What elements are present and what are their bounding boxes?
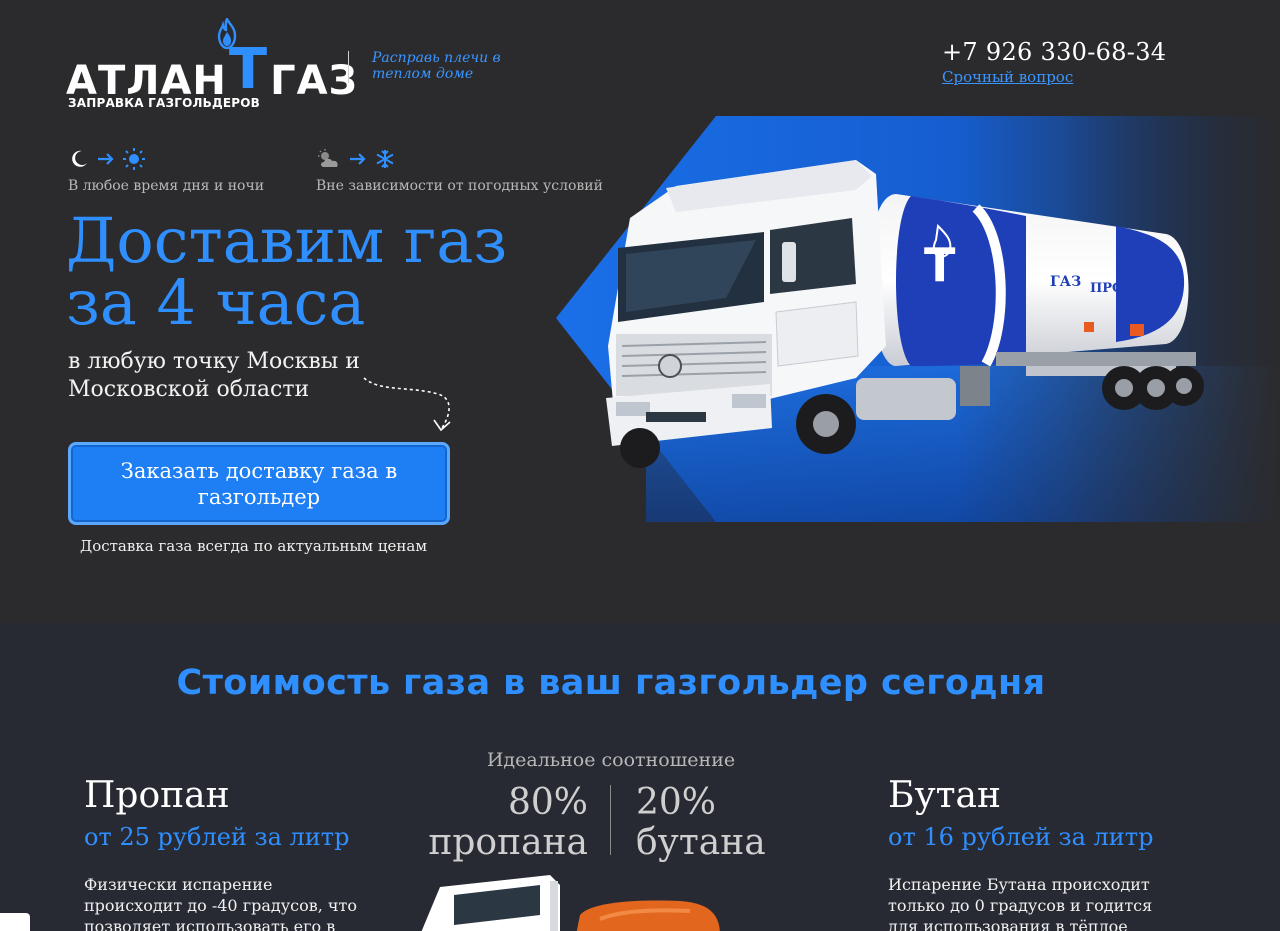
ratio-label: Идеальное соотношение bbox=[486, 749, 736, 771]
arrow-right-icon bbox=[98, 153, 114, 165]
snowflake-icon bbox=[376, 150, 394, 168]
arrow-right-icon bbox=[350, 153, 366, 165]
moon-icon bbox=[72, 150, 87, 167]
butane-title: Бутан bbox=[888, 775, 1002, 816]
price-section-title: Стоимость газа в ваш газгольдер сегодня bbox=[176, 663, 1046, 703]
mini-truck-image bbox=[421, 875, 720, 931]
hero-section: АТЛАНТГАЗ ЗАПРАВКА ГАЗГОЛЬДЕРОВ Расправь… bbox=[0, 0, 1280, 623]
propane-title: Пропан bbox=[84, 775, 230, 816]
butane-description: Испарение Бутана происходит только до 0 … bbox=[888, 875, 1153, 931]
price-section: Стоимость газа в ваш газгольдер сегодня … bbox=[0, 623, 1280, 931]
logo-subtitle: ЗАПРАВКА ГАЗГОЛЬДЕРОВ bbox=[68, 96, 261, 110]
feature-text: В любое время дня и ночи bbox=[68, 178, 265, 194]
urgent-question-link[interactable]: Срочный вопрос bbox=[942, 68, 1073, 86]
price-note: Доставка газа всегда по актуальным ценам bbox=[80, 537, 427, 555]
phone-number[interactable]: +7 926 330-68-34 bbox=[942, 38, 1166, 66]
gas-truck-image: Т ГАЗ ПРОПАН bbox=[556, 116, 1280, 522]
logo[interactable]: АТЛАНТГАЗ ЗАПРАВКА ГАЗГОЛЬДЕРОВ bbox=[66, 18, 357, 116]
feature-any-time: В любое время дня и ночи bbox=[68, 148, 264, 194]
butane-price: от 16 рублей за литр bbox=[888, 823, 1154, 851]
hero-subheadline: в любую точку Москвы и Московской област… bbox=[68, 349, 360, 402]
tagline: Расправь плечи в теплом доме bbox=[372, 50, 501, 82]
dashed-arrow-icon bbox=[363, 377, 451, 432]
hero-headline: Доставим газ за 4 часа bbox=[66, 204, 508, 339]
header-divider bbox=[348, 51, 349, 83]
cloud-sun-icon bbox=[318, 149, 338, 167]
propane-price: от 25 рублей за литр bbox=[84, 823, 350, 851]
corner-widget[interactable] bbox=[0, 913, 30, 931]
ratio-butane: 20% бутана bbox=[636, 782, 766, 863]
tank-label-gas: ГАЗ bbox=[1050, 274, 1081, 290]
tank-label-propane: ПРОПАН bbox=[1090, 281, 1159, 296]
sun-icon bbox=[123, 148, 145, 170]
ratio-propane: 80% пропана bbox=[428, 782, 588, 863]
order-delivery-button[interactable]: Заказать доставку газа в газгольдер bbox=[68, 442, 450, 525]
propane-description: Физически испарение происходит до -40 гр… bbox=[84, 875, 357, 931]
ratio-divider bbox=[610, 785, 611, 855]
